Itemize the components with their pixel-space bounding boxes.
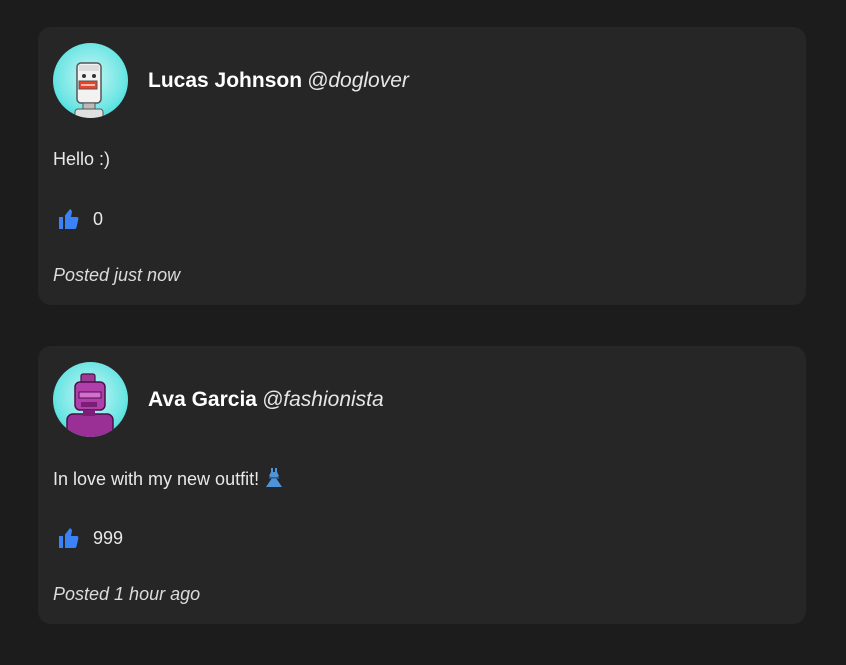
thumbs-up-icon[interactable]	[57, 207, 81, 231]
post-header: Lucas Johnson @doglover	[53, 42, 791, 118]
author-display-name[interactable]: Lucas Johnson	[148, 69, 302, 92]
post-header: Ava Garcia @fashionista	[53, 361, 791, 437]
author-handle[interactable]: @fashionista	[262, 388, 384, 411]
post-author: Lucas Johnson @doglover	[148, 70, 409, 91]
like-row: 0	[53, 207, 103, 231]
author-display-name[interactable]: Ava Garcia	[148, 388, 257, 411]
robot-avatar-icon	[66, 372, 114, 437]
avatar[interactable]	[53, 42, 128, 118]
post-body: In love with my new outfit!	[53, 468, 283, 493]
post-body: Hello :)	[53, 149, 110, 170]
avatar[interactable]	[53, 361, 128, 437]
post-author: Ava Garcia @fashionista	[148, 389, 384, 410]
post-card: Lucas Johnson @doglover Hello :) 0 Posted…	[38, 27, 806, 305]
dress-emoji-icon	[265, 468, 283, 493]
thumbs-up-icon[interactable]	[57, 526, 81, 550]
like-row: 999	[53, 526, 123, 550]
post-timestamp: Posted just now	[53, 265, 181, 285]
author-handle[interactable]: @doglover	[307, 69, 409, 92]
post-text: Hello :)	[53, 149, 111, 169]
post-feed: Lucas Johnson @doglover Hello :) 0 Posted…	[38, 27, 806, 665]
like-count: 999	[93, 527, 124, 548]
post-timestamp: Posted 1 hour ago	[53, 584, 201, 604]
like-count: 0	[93, 208, 104, 229]
robot-avatar-icon	[74, 61, 104, 118]
post-text: In love with my new outfit!	[53, 469, 260, 489]
post-card: Ava Garcia @fashionista In love with my n…	[38, 346, 806, 624]
